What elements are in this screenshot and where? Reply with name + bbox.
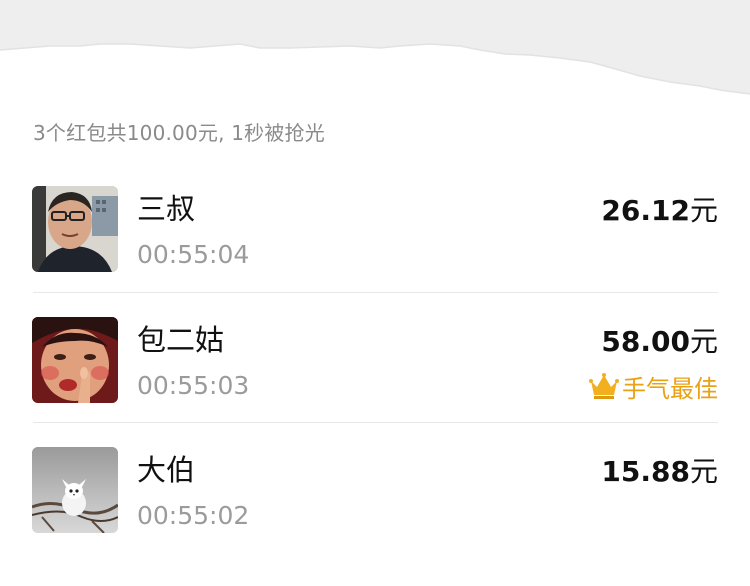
amount-value: 58.00 bbox=[601, 325, 690, 358]
list-item[interactable]: 大伯 00:55:02 15.88元 bbox=[0, 423, 750, 553]
crown-icon bbox=[589, 373, 619, 399]
best-luck-badge: 手气最佳 bbox=[589, 370, 718, 403]
torn-paper-header bbox=[0, 0, 750, 100]
grab-amount: 15.88元 bbox=[601, 450, 718, 490]
recipient-name: 包二姑 bbox=[137, 323, 225, 357]
avatar[interactable] bbox=[32, 186, 118, 272]
amount-unit: 元 bbox=[689, 194, 718, 227]
amount-value: 15.88 bbox=[601, 455, 690, 488]
recipient-name: 大伯 bbox=[137, 453, 196, 487]
grab-time: 00:55:04 bbox=[137, 240, 250, 269]
list-item[interactable]: 三叔 00:55:04 26.12元 bbox=[0, 162, 750, 293]
list-item[interactable]: 包二姑 00:55:03 58.00元 手气最佳 bbox=[0, 293, 750, 423]
amount-unit: 元 bbox=[689, 455, 718, 488]
best-luck-label: 手气最佳 bbox=[622, 374, 718, 403]
grab-time: 00:55:03 bbox=[137, 371, 250, 400]
grab-amount: 58.00元 bbox=[601, 320, 718, 360]
red-packet-record-list: 三叔 00:55:04 26.12元 包二姑 00:55:03 58.00元 手… bbox=[0, 162, 750, 553]
avatar[interactable] bbox=[32, 317, 118, 403]
amount-unit: 元 bbox=[689, 325, 718, 358]
avatar[interactable] bbox=[32, 447, 118, 533]
grab-amount: 26.12元 bbox=[601, 189, 718, 229]
grab-time: 00:55:02 bbox=[137, 501, 250, 530]
amount-value: 26.12 bbox=[601, 194, 690, 227]
red-packet-summary: 3个红包共100.00元, 1秒被抢光 bbox=[33, 121, 325, 145]
recipient-name: 三叔 bbox=[137, 192, 196, 226]
